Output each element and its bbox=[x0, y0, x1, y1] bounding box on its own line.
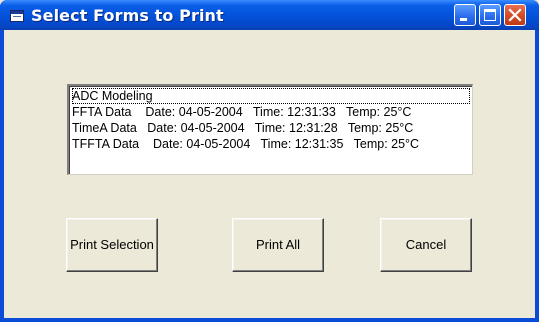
window-border-right bbox=[535, 30, 539, 322]
list-item[interactable]: TFFTA Data Date: 04-05-2004 Time: 12:31:… bbox=[72, 136, 419, 152]
maximize-icon bbox=[484, 9, 496, 21]
title-bar[interactable]: Select Forms to Print bbox=[0, 0, 539, 30]
window-border-bottom bbox=[0, 318, 539, 322]
minimize-button[interactable] bbox=[454, 4, 476, 26]
minimize-icon bbox=[460, 18, 467, 21]
cancel-button[interactable]: Cancel bbox=[380, 218, 472, 272]
list-item[interactable]: ADC Modeling bbox=[72, 88, 470, 104]
window-title: Select Forms to Print bbox=[31, 6, 224, 25]
print-all-label: Print All bbox=[255, 237, 301, 252]
maximize-button[interactable] bbox=[479, 4, 501, 26]
forms-listbox[interactable]: ADC Modeling FFTA Data Date: 04-05-2004 … bbox=[67, 84, 473, 175]
dialog-client-area: ADC Modeling FFTA Data Date: 04-05-2004 … bbox=[4, 30, 535, 318]
list-item[interactable]: FFTA Data Date: 04-05-2004 Time: 12:31:3… bbox=[72, 104, 411, 120]
print-selection-label: Print Selection bbox=[70, 237, 154, 252]
app-window-icon bbox=[10, 9, 24, 22]
cancel-label: Cancel bbox=[405, 237, 447, 252]
print-selection-button[interactable]: Print Selection bbox=[66, 218, 158, 272]
dialog-window: Select Forms to Print ADC Modeling FFTA … bbox=[0, 0, 539, 322]
print-all-button[interactable]: Print All bbox=[232, 218, 324, 272]
close-button[interactable] bbox=[504, 4, 526, 26]
list-item[interactable]: TimeA Data Date: 04-05-2004 Time: 12:31:… bbox=[72, 120, 413, 136]
close-icon bbox=[508, 8, 522, 22]
